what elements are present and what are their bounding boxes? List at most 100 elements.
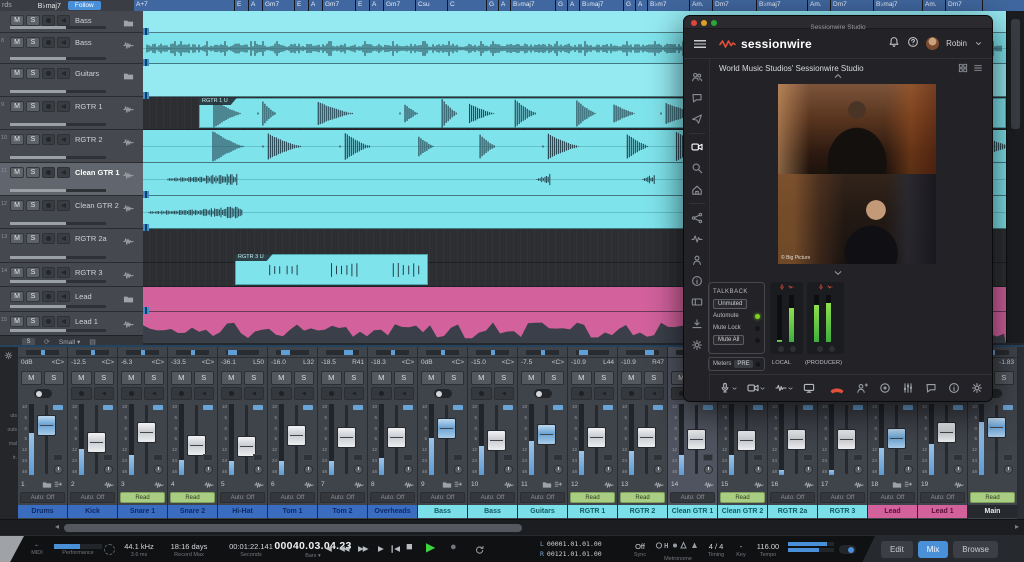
channel-knob[interactable] <box>104 465 113 474</box>
volume-value[interactable]: -10.9 <box>621 359 636 370</box>
fader-handle[interactable] <box>887 428 906 449</box>
lane-resize-handle[interactable] <box>143 191 150 198</box>
monitor-button[interactable] <box>294 387 315 400</box>
mixer-channel-hi-hat[interactable]: -36.1L50MS105051224485Auto: OffHi-Hat <box>218 347 267 521</box>
mute-button[interactable]: M <box>321 371 342 385</box>
fader-handle[interactable] <box>387 427 406 448</box>
channel-name[interactable]: Bass <box>468 505 517 518</box>
mute-button[interactable]: M <box>10 37 24 48</box>
mute-button[interactable]: M <box>621 371 642 385</box>
chord-cell[interactable]: A <box>370 0 383 11</box>
solo-button[interactable]: S <box>144 371 165 385</box>
record-arm-button[interactable] <box>321 387 342 400</box>
insert-slot[interactable] <box>553 405 563 410</box>
minimize-icon[interactable] <box>701 20 707 26</box>
gear-button[interactable] <box>971 382 983 394</box>
track-volume-slider[interactable] <box>10 123 106 126</box>
record-arm-button[interactable] <box>371 387 392 400</box>
solo-button[interactable]: S <box>494 371 515 385</box>
record-arm-button[interactable] <box>42 291 55 302</box>
record-arm-button[interactable] <box>42 233 55 244</box>
audio-region[interactable]: RGTR 3 U <box>235 254 428 285</box>
track-volume-slider[interactable] <box>10 57 106 60</box>
fader-handle[interactable] <box>37 415 56 436</box>
insert-slot[interactable] <box>103 405 113 410</box>
screen-select[interactable] <box>803 382 815 394</box>
monitor-button[interactable] <box>644 387 665 400</box>
fader-handle[interactable] <box>437 418 456 439</box>
monitor-button[interactable] <box>144 387 165 400</box>
automation-mode[interactable]: Auto: Off <box>520 492 565 503</box>
mute-button[interactable]: M <box>10 134 24 145</box>
rewind-button[interactable]: ◀◀ <box>339 544 349 553</box>
peak-value[interactable]: -1.83 <box>999 359 1014 370</box>
monitor-button[interactable] <box>57 101 70 112</box>
unmuted-button[interactable]: Unmuted <box>713 299 747 309</box>
mute-all-button[interactable]: Mute All <box>713 335 744 345</box>
automation-mode[interactable]: Read <box>170 492 215 503</box>
solo-button[interactable]: S <box>26 267 40 278</box>
pan-value[interactable]: <C> <box>452 359 464 370</box>
channel-knob[interactable] <box>1004 465 1013 474</box>
channel-name[interactable]: Tom 1 <box>268 505 317 518</box>
track-name[interactable]: Bass <box>75 38 92 47</box>
track-name[interactable]: Lead <box>75 292 92 301</box>
person-plus-button[interactable] <box>856 382 868 394</box>
pan-value[interactable]: L32 <box>303 359 314 370</box>
help-icon[interactable] <box>907 35 919 53</box>
track-volume-slider[interactable] <box>10 256 106 259</box>
fader-handle[interactable] <box>987 417 1006 438</box>
camera-select[interactable] <box>747 382 766 394</box>
pan-value[interactable]: L50 <box>253 359 264 370</box>
close-icon[interactable] <box>691 20 697 26</box>
solo-button[interactable]: S <box>594 371 615 385</box>
channel-knob[interactable] <box>554 465 563 474</box>
pan-value[interactable]: <C> <box>52 359 64 370</box>
monitor-button[interactable] <box>594 387 615 400</box>
chord-cell[interactable]: A+7 <box>134 0 234 11</box>
track-header-bass[interactable]: MSBass <box>0 11 143 33</box>
record-arm-button[interactable] <box>221 387 242 400</box>
insert-slot[interactable] <box>803 405 813 410</box>
monitor-button[interactable] <box>194 387 215 400</box>
current-chord[interactable]: B♭maj7 <box>38 2 61 10</box>
track-volume-slider[interactable] <box>10 26 106 29</box>
chord-cell[interactable]: Dm7 <box>946 0 982 11</box>
pan-control[interactable] <box>218 347 267 358</box>
fader-handle[interactable] <box>487 430 506 451</box>
channel-knob[interactable] <box>904 465 913 474</box>
channel-knob[interactable] <box>504 465 513 474</box>
solo-button[interactable]: S <box>26 200 40 211</box>
record-arm-button[interactable] <box>271 387 292 400</box>
pan-control[interactable] <box>368 347 417 358</box>
insert-slot[interactable] <box>253 405 263 410</box>
channel-knob[interactable] <box>154 465 163 474</box>
person-icon[interactable] <box>689 252 705 268</box>
chord-cell[interactable]: A <box>499 0 510 11</box>
volume-value[interactable]: 0dB <box>21 359 33 370</box>
track-name[interactable]: Lead 1 <box>75 317 98 326</box>
metronome-controls[interactable]: Metronome <box>652 538 704 561</box>
channel-knob[interactable] <box>604 465 613 474</box>
track-name[interactable]: Clean GTR 2 <box>75 201 119 210</box>
channel-name[interactable]: RGTR 2 <box>618 505 667 518</box>
solo-button[interactable]: S <box>994 371 1015 385</box>
mute-button[interactable]: M <box>21 371 42 385</box>
monitor-button[interactable] <box>244 387 265 400</box>
insert-slot[interactable] <box>303 405 313 410</box>
track-header-clean-gtr-1[interactable]: 11MSClean GTR 1 <box>0 163 143 196</box>
chord-cell[interactable]: Csu <box>416 0 447 11</box>
mixer-channel-snare-2[interactable]: -33.5<C>MS105051224484ReadSnare 2 <box>168 347 217 521</box>
mixer-channel-kick[interactable]: -12.5<C>MS105051224482Auto: OffKick <box>68 347 117 521</box>
fader-handle[interactable] <box>737 430 756 451</box>
monitor-button[interactable] <box>57 316 70 327</box>
solo-button[interactable]: S <box>394 371 415 385</box>
solo-button[interactable]: S <box>344 371 365 385</box>
chord-cell[interactable]: Gm7 <box>384 0 415 11</box>
record-button[interactable]: ● <box>450 541 456 553</box>
channel-name[interactable]: Kick <box>68 505 117 518</box>
mute-button[interactable]: M <box>10 101 24 112</box>
record-arm-button[interactable] <box>42 101 55 112</box>
track-header-rgtr-2a[interactable]: 13MSRGTR 2a <box>0 229 143 263</box>
insert-slot[interactable] <box>403 405 413 410</box>
